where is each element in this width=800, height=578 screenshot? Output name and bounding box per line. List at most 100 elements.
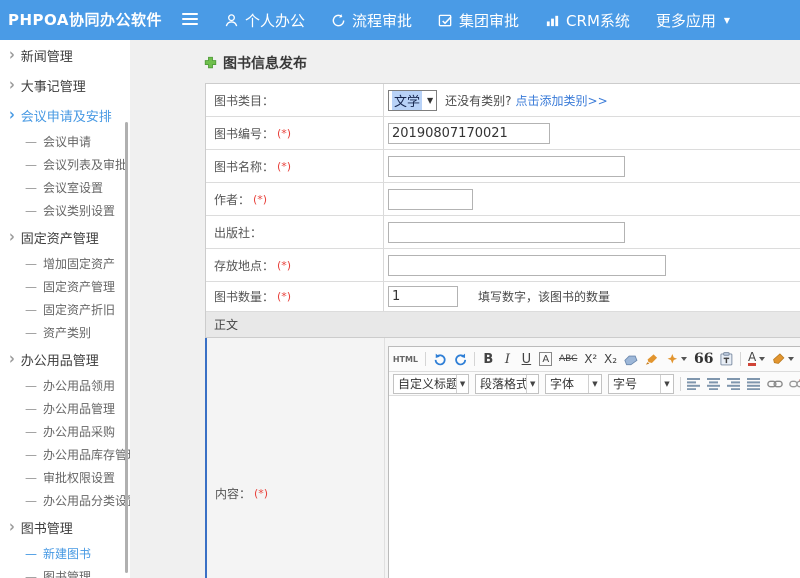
bold-button[interactable]: B <box>482 350 494 368</box>
category-label: 图书类目： <box>214 92 274 109</box>
menu-toggle-icon[interactable] <box>182 13 198 27</box>
blockquote-button[interactable]: 66 <box>694 350 713 368</box>
required-marker: (*) <box>254 487 268 500</box>
undo-icon[interactable] <box>433 350 447 368</box>
nav-process-approval[interactable]: 流程审批 <box>331 10 412 31</box>
eraser-icon[interactable] <box>624 350 638 368</box>
sidebar-item-supplies-purchase[interactable]: —办公用品采购 <box>0 420 130 443</box>
auto-typeset-icon[interactable] <box>666 350 688 368</box>
sidebar-item-new-book[interactable]: —新建图书 <box>0 542 130 565</box>
html-source-button[interactable]: HTML <box>393 350 418 368</box>
sidebar-item-asset-category[interactable]: —资产类别 <box>0 321 130 344</box>
chevron-right-icon: › <box>9 349 15 368</box>
location-input[interactable] <box>388 255 666 276</box>
quantity-input[interactable] <box>388 286 458 307</box>
paste-text-icon[interactable] <box>720 350 733 368</box>
nav-group-approval[interactable]: 集团审批 <box>438 10 519 31</box>
format-brush-icon[interactable] <box>645 350 659 368</box>
app-window: PHPOA协同办公软件 个人办公 流程审批 集团审批 <box>0 0 800 578</box>
caret-down-icon: ▼ <box>427 96 433 105</box>
process-icon <box>331 13 346 28</box>
sidebar-item-book-management-group[interactable]: ›图书管理 <box>0 512 130 542</box>
book-name-input[interactable] <box>388 156 625 177</box>
sidebar-item-add-fixed-asset[interactable]: —增加固定资产 <box>0 252 130 275</box>
rich-text-editor: HTML B I U A ABC X² X₂ <box>388 346 800 578</box>
underline-button[interactable]: U <box>520 350 532 368</box>
sidebar-item-meeting-apply[interactable]: —会议申请 <box>0 130 130 153</box>
publisher-input[interactable] <box>388 222 625 243</box>
sidebar-item-news-management[interactable]: ›新闻管理 <box>0 40 130 70</box>
dash-icon: — <box>25 303 37 317</box>
sidebar-item-fixed-asset-depreciation[interactable]: —固定资产折旧 <box>0 298 130 321</box>
sidebar-item-meeting-category-settings[interactable]: —会议类别设置 <box>0 199 130 222</box>
strikethrough-button[interactable]: ABC <box>559 350 577 368</box>
nav-label: 个人办公 <box>245 10 305 31</box>
font-size-select[interactable]: 字号▼ <box>608 374 674 394</box>
align-right-icon[interactable] <box>727 375 741 393</box>
editor-content-area[interactable] <box>389 396 800 578</box>
sidebar: ›新闻管理 ›大事记管理 ›会议申请及安排 —会议申请 —会议列表及审批 —会议… <box>0 40 130 578</box>
sidebar-item-approval-permission-settings[interactable]: —审批权限设置 <box>0 466 130 489</box>
code-label: 图书编号： <box>214 125 274 142</box>
font-color-button[interactable]: A <box>748 350 765 368</box>
link-icon[interactable] <box>767 375 783 393</box>
nav-label: 流程审批 <box>352 10 412 31</box>
dash-icon: — <box>25 135 37 149</box>
publisher-label: 出版社： <box>214 224 262 241</box>
caret-down-icon: ▼ <box>526 375 538 393</box>
sidebar-item-office-supplies-management[interactable]: ›办公用品管理 <box>0 344 130 374</box>
quantity-hint: 填写数字，该图书的数量 <box>478 288 610 305</box>
sidebar-item-supplies-management[interactable]: —办公用品管理 <box>0 397 130 420</box>
align-justify-icon[interactable] <box>747 375 761 393</box>
author-label: 作者： <box>214 191 250 208</box>
highlight-pen-icon[interactable] <box>772 350 794 368</box>
required-marker: (*) <box>253 193 267 206</box>
align-left-icon[interactable] <box>687 375 701 393</box>
caret-down-icon: ▼ <box>456 375 468 393</box>
sidebar-item-supplies-category-settings[interactable]: —办公用品分类设置 <box>0 489 130 512</box>
body-section-header: 正文 <box>206 312 800 338</box>
name-label: 图书名称： <box>214 158 274 175</box>
form-row-code: 图书编号：(*) <box>206 117 800 150</box>
dash-icon: — <box>25 547 37 561</box>
sidebar-item-fixed-asset-management[interactable]: —固定资产管理 <box>0 275 130 298</box>
font-border-button[interactable]: A <box>539 352 552 366</box>
superscript-button[interactable]: X² <box>584 350 597 368</box>
sidebar-item-book-management[interactable]: —图书管理 <box>0 565 130 578</box>
chevron-right-icon: › <box>9 517 15 536</box>
sidebar-item-meeting-apply-arrange[interactable]: ›会议申请及安排 <box>0 100 130 130</box>
font-family-select[interactable]: 字体▼ <box>545 374 602 394</box>
align-center-icon[interactable] <box>707 375 721 393</box>
add-category-link[interactable]: 点击添加类别>> <box>516 92 608 109</box>
form-row-content: 内容：(*) HTML B I U A AB <box>205 338 800 578</box>
subscript-button[interactable]: X₂ <box>604 350 617 368</box>
dash-icon: — <box>25 425 37 439</box>
sidebar-item-supplies-inventory[interactable]: —办公用品库存管理 <box>0 443 130 466</box>
paragraph-format-select[interactable]: 段落格式▼ <box>475 374 539 394</box>
author-input[interactable] <box>388 189 473 210</box>
user-icon <box>224 13 239 28</box>
sidebar-scrollbar-thumb[interactable] <box>125 122 128 573</box>
sidebar-item-supplies-requisition[interactable]: —办公用品领用 <box>0 374 130 397</box>
chevron-right-icon: › <box>9 75 15 94</box>
nav-personal-office[interactable]: 个人办公 <box>224 10 305 31</box>
caret-down-icon: ▼ <box>588 375 601 393</box>
custom-heading-select[interactable]: 自定义标题▼ <box>393 374 469 394</box>
category-hint: 还没有类别? <box>445 92 511 109</box>
caret-down-icon: ▼ <box>724 16 730 25</box>
required-marker: (*) <box>277 127 291 140</box>
dash-icon: — <box>25 570 37 578</box>
book-code-input[interactable] <box>388 123 550 144</box>
sidebar-item-meeting-list-approval[interactable]: —会议列表及审批 <box>0 153 130 176</box>
nav-more-apps[interactable]: 更多应用 ▼ <box>656 10 730 31</box>
form-row-location: 存放地点：(*) <box>206 249 800 282</box>
unlink-icon[interactable] <box>789 375 800 393</box>
sidebar-item-meeting-room-settings[interactable]: —会议室设置 <box>0 176 130 199</box>
nav-crm-system[interactable]: CRM系统 <box>545 10 630 31</box>
category-select[interactable]: 文学 ▼ <box>388 90 437 111</box>
redo-icon[interactable] <box>454 350 468 368</box>
italic-button[interactable]: I <box>501 350 513 368</box>
dash-icon: — <box>25 158 37 172</box>
sidebar-item-events-management[interactable]: ›大事记管理 <box>0 70 130 100</box>
sidebar-item-fixed-assets-management[interactable]: ›固定资产管理 <box>0 222 130 252</box>
